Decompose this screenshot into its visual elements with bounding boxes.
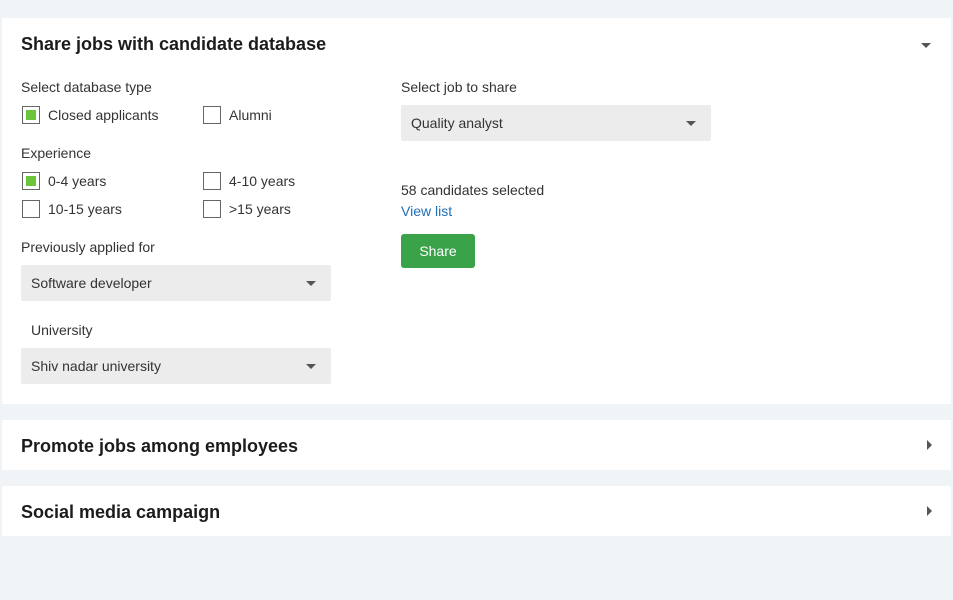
candidates-selected-count: 58 candidates selected xyxy=(401,182,545,198)
collapse-caret-icon[interactable] xyxy=(921,43,931,48)
checkbox-label: 10-15 years xyxy=(48,201,122,217)
checkbox-box[interactable] xyxy=(22,200,40,218)
promote-jobs-panel[interactable]: Promote jobs among employees xyxy=(2,420,951,470)
checkbox-label: >15 years xyxy=(229,201,291,217)
job-to-share-label: Select job to share xyxy=(401,79,517,95)
checkbox-check-fill xyxy=(26,176,36,186)
chevron-down-icon xyxy=(686,121,696,126)
checkbox-box[interactable] xyxy=(203,172,221,190)
checkbox-label: Closed applicants xyxy=(48,107,159,123)
social-media-panel-title[interactable]: Social media campaign xyxy=(21,502,220,523)
checkbox-check-fill xyxy=(26,110,36,120)
select-value: Software developer xyxy=(31,275,152,291)
closed-applicants-checkbox[interactable]: Closed applicants xyxy=(22,106,159,124)
checkbox-box[interactable] xyxy=(203,106,221,124)
checkbox-label: 0-4 years xyxy=(48,173,107,189)
checkbox-box[interactable] xyxy=(22,172,40,190)
share-button[interactable]: Share xyxy=(401,234,475,268)
share-jobs-panel: Share jobs with candidate database Selec… xyxy=(2,18,951,404)
database-type-label: Select database type xyxy=(21,79,152,95)
expand-caret-icon[interactable] xyxy=(927,440,932,450)
previously-applied-label: Previously applied for xyxy=(21,239,155,255)
experience-4-10-checkbox[interactable]: 4-10 years xyxy=(203,172,295,190)
experience-label: Experience xyxy=(21,145,92,161)
select-value: Shiv nadar university xyxy=(31,358,161,374)
checkbox-label: Alumni xyxy=(229,107,272,123)
chevron-down-icon xyxy=(306,281,316,286)
university-label: University xyxy=(31,322,93,338)
checkbox-box[interactable] xyxy=(203,200,221,218)
experience-0-4-checkbox[interactable]: 0-4 years xyxy=(22,172,106,190)
chevron-down-icon xyxy=(306,364,316,369)
social-media-panel[interactable]: Social media campaign xyxy=(2,486,951,536)
experience-15plus-checkbox[interactable]: >15 years xyxy=(203,200,291,218)
promote-jobs-panel-title[interactable]: Promote jobs among employees xyxy=(21,436,298,457)
expand-caret-icon[interactable] xyxy=(927,506,932,516)
checkbox-label: 4-10 years xyxy=(229,173,296,189)
select-value: Quality analyst xyxy=(411,115,503,131)
view-list-link[interactable]: View list xyxy=(401,203,452,219)
job-to-share-select[interactable]: Quality analyst xyxy=(401,105,711,141)
share-jobs-panel-title[interactable]: Share jobs with candidate database xyxy=(21,34,326,55)
alumni-checkbox[interactable]: Alumni xyxy=(203,106,272,124)
previously-applied-select[interactable]: Software developer xyxy=(21,265,331,301)
checkbox-box[interactable] xyxy=(22,106,40,124)
university-select[interactable]: Shiv nadar university xyxy=(21,348,331,384)
experience-10-15-checkbox[interactable]: 10-15 years xyxy=(22,200,122,218)
